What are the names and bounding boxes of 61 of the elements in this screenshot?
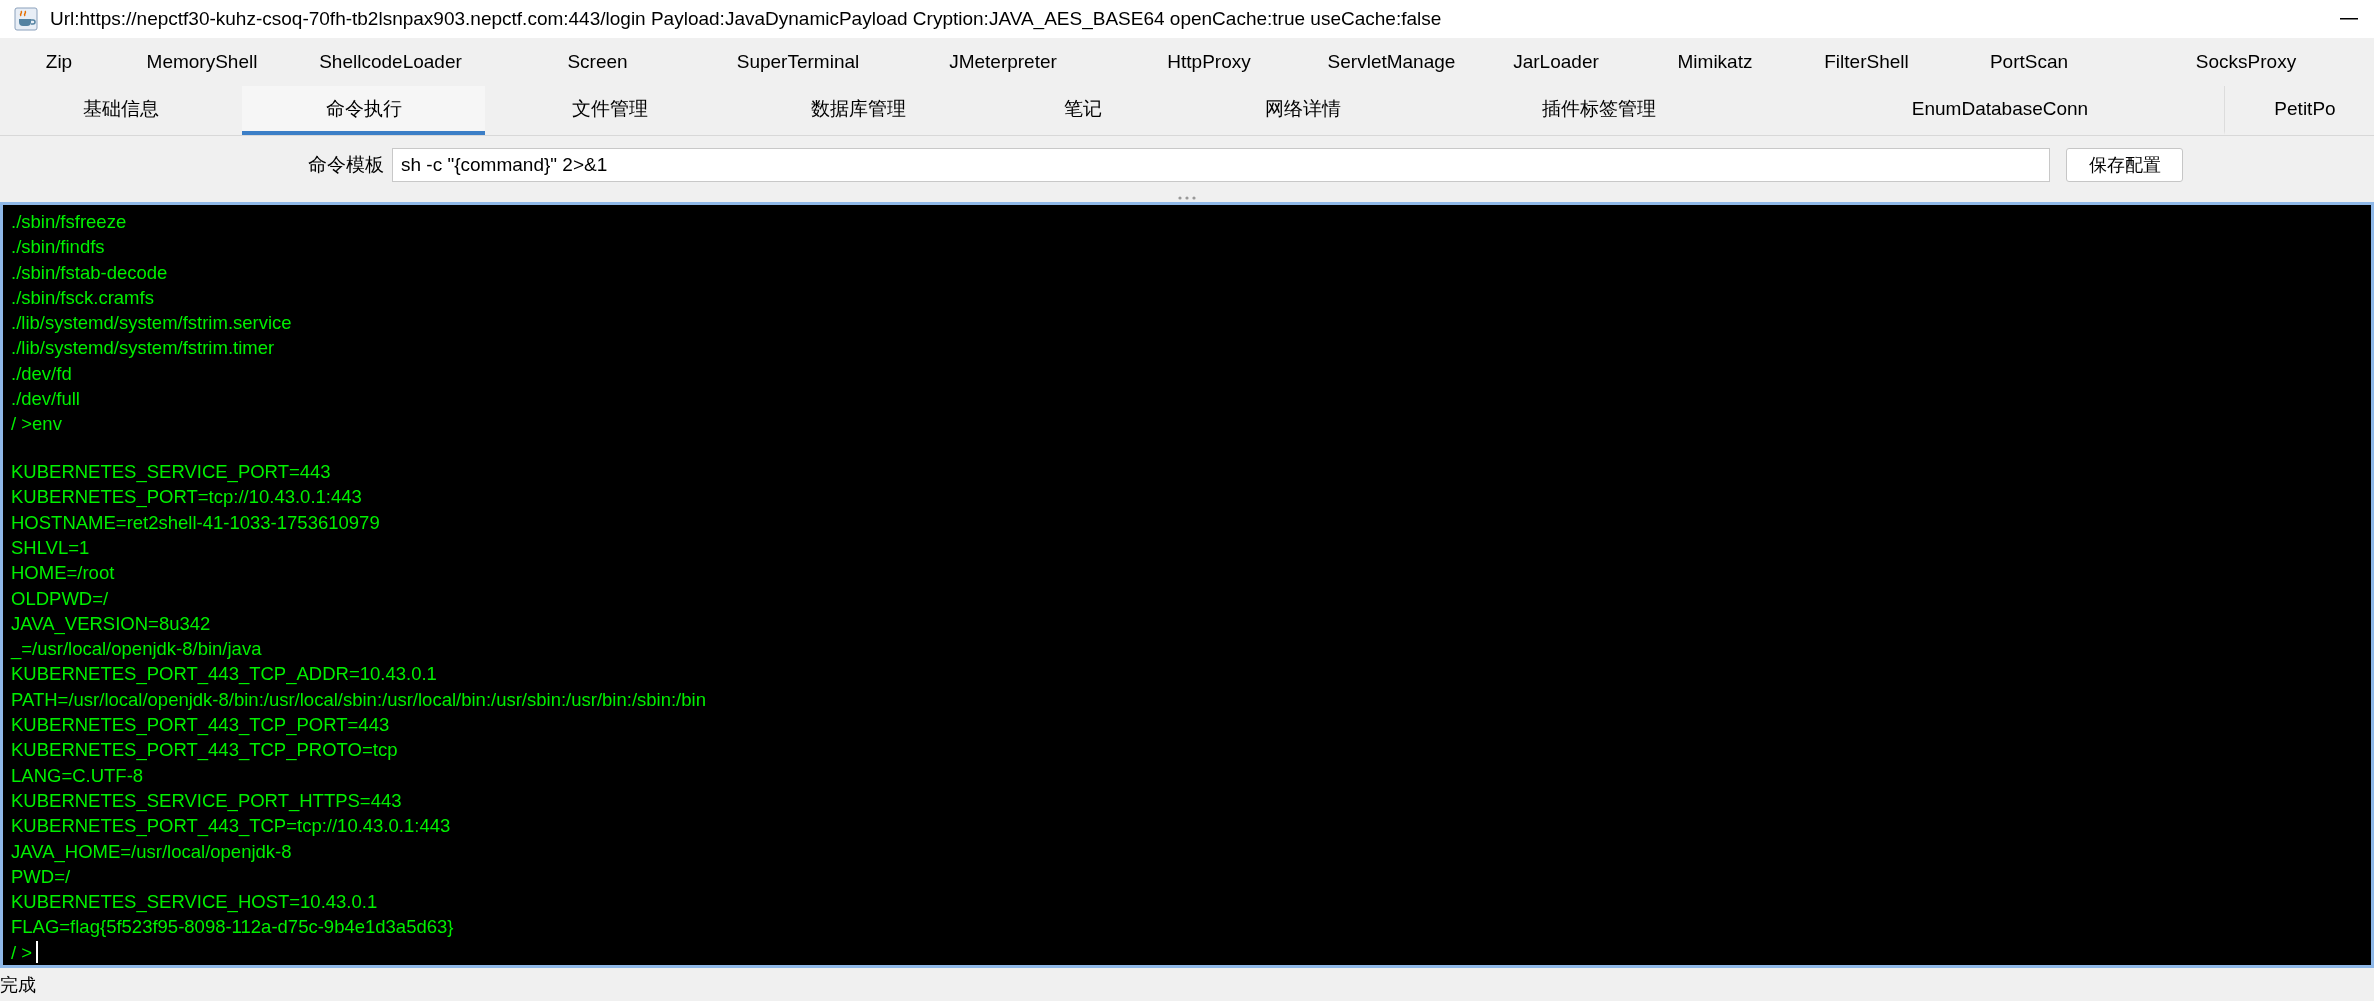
terminal-line: ./sbin/fstab-decode (11, 260, 169, 285)
terminal-line: KUBERNETES_SERVICE_HOST=10.43.0.1 (11, 890, 379, 915)
terminal-line: _=/usr/local/openjdk-8/bin/java (11, 637, 263, 662)
terminal-line: KUBERNETES_PORT_443_TCP_PORT=443 (11, 713, 391, 738)
terminal-line: ./sbin/fsck.cramfs (11, 285, 155, 310)
tab[interactable]: EnumDatabaseConn (1776, 86, 2225, 135)
terminal-line: ./lib/systemd/system/fstrim.service (11, 311, 293, 336)
text-cursor (36, 941, 39, 964)
terminal-line: ./sbin/findfs (11, 235, 106, 260)
tab[interactable]: 基础信息 (0, 86, 242, 135)
terminal-line: HOSTNAME=ret2shell-41-1033-1753610979 (11, 510, 381, 535)
terminal-line: ./dev/full (11, 387, 81, 412)
tab[interactable]: PetitPo (2225, 86, 2374, 135)
plugin-tab[interactable]: FilterShell (1793, 38, 1940, 86)
plugin-tab[interactable]: SocksProxy (2118, 38, 2374, 86)
plugin-tab[interactable]: ShellcodeLoader (286, 38, 495, 86)
save-button[interactable]: 保存配置 (2066, 148, 2183, 182)
field-label: 命令模板 (308, 153, 384, 177)
terminal-line: KUBERNETES_SERVICE_PORT_HTTPS=443 (11, 788, 403, 814)
terminal-line: PATH=/usr/local/openjdk-8/bin:/usr/local/sbin:/usr/local/bin:/usr/sbin:/usr/bin:/sbin:/bin (11, 687, 707, 712)
plugin-tab[interactable]: PortScan (1940, 38, 2118, 86)
tab[interactable]: 命令执行 (242, 86, 485, 135)
window-title: Url:https://nepctf30-kuhz-csoq-70fh-tb2lsnpax903.nepctf.com:443/login Payload:JavaDynamicPayload Cryption:JAVA_AES_BASE64 openCache:true useCache:false (50, 8, 1443, 30)
tab[interactable]: 笔记 (982, 86, 1183, 135)
tab[interactable]: 插件标签管理 (1422, 86, 1776, 135)
command-template-field[interactable]: sh -c "{command}" 2>&1 (392, 148, 2050, 182)
terminal-line: ./lib/systemd/system/fstrim.timer (11, 336, 276, 361)
terminal-line: LANG=C.UTF-8 (11, 763, 145, 788)
terminal-line: JAVA_VERSION=8u342 (11, 611, 212, 637)
minimize-icon (2340, 18, 2358, 20)
coffee-cup-icon (14, 7, 38, 31)
plugin-tab[interactable]: JarLoader (1475, 38, 1637, 86)
plugin-tab[interactable]: SuperTerminal (700, 38, 896, 86)
terminal-line: KUBERNETES_PORT_443_TCP_ADDR=10.43.0.1 (11, 662, 438, 687)
terminal-line: KUBERNETES_PORT_443_TCP_PROTO=tcp (11, 738, 399, 763)
terminal-panel[interactable] (0, 202, 2374, 968)
terminal-line: KUBERNETES_PORT=tcp://10.43.0.1:443 (11, 485, 363, 510)
terminal-line: / >env (11, 412, 63, 437)
terminal-line: HOME=/root (11, 561, 116, 586)
plugin-tab[interactable]: ServletManage (1308, 38, 1475, 86)
plugin-tab[interactable]: Zip (0, 38, 118, 86)
plugin-tab[interactable]: Mimikatz (1637, 38, 1793, 86)
splitter-handle-icon[interactable] (1178, 196, 1196, 200)
terminal-line: KUBERNETES_SERVICE_PORT=443 (11, 460, 332, 485)
terminal-line: PWD=/ (11, 864, 72, 889)
plugin-tab[interactable]: Screen (495, 38, 700, 86)
terminal-line: ./sbin/fsfreeze (11, 210, 128, 234)
tab[interactable]: 数据库管理 (735, 86, 982, 135)
terminal-line: FLAG=flag{5f523f95-8098-112a-d75c-9b4e1d3a5d63} (11, 915, 455, 940)
tab[interactable]: 网络详情 (1183, 86, 1422, 135)
tab[interactable]: 文件管理 (485, 86, 735, 135)
terminal-line: JAVA_HOME=/usr/local/openjdk-8 (11, 839, 293, 864)
terminal-prompt: / > (11, 940, 33, 965)
plugin-tab[interactable]: JMeterpreter (896, 38, 1110, 86)
terminal-line: ./dev/fd (11, 361, 73, 386)
plugin-tab[interactable]: HttpProxy (1110, 38, 1308, 86)
plugin-tab[interactable]: MemoryShell (118, 38, 286, 86)
terminal-line: KUBERNETES_PORT_443_TCP=tcp://10.43.0.1:443 (11, 814, 452, 839)
terminal-line: OLDPWD=/ (11, 586, 110, 611)
status-text: 完成 (0, 973, 36, 997)
terminal-line: SHLVL=1 (11, 535, 91, 560)
